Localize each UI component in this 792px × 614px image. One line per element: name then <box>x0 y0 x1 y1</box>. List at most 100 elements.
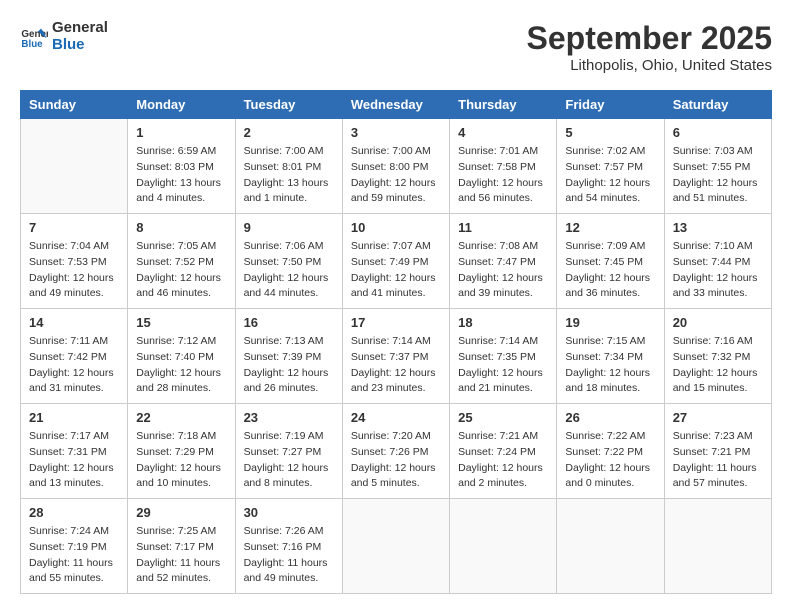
day-number: 8 <box>136 220 226 235</box>
day-number: 6 <box>673 125 763 140</box>
day-number: 2 <box>244 125 334 140</box>
calendar-cell: 2 Sunrise: 7:00 AMSunset: 8:01 PMDaylight… <box>235 119 342 214</box>
day-info: Sunrise: 7:19 AMSunset: 7:27 PMDaylight:… <box>244 429 334 492</box>
day-number: 7 <box>29 220 119 235</box>
day-info: Sunrise: 7:21 AMSunset: 7:24 PMDaylight:… <box>458 429 548 492</box>
calendar-cell: 6 Sunrise: 7:03 AMSunset: 7:55 PMDaylight… <box>664 119 771 214</box>
day-info: Sunrise: 7:02 AMSunset: 7:57 PMDaylight:… <box>565 144 655 207</box>
day-info: Sunrise: 7:17 AMSunset: 7:31 PMDaylight:… <box>29 429 119 492</box>
calendar-cell: 9 Sunrise: 7:06 AMSunset: 7:50 PMDaylight… <box>235 214 342 309</box>
day-info: Sunrise: 7:06 AMSunset: 7:50 PMDaylight:… <box>244 239 334 302</box>
calendar-cell: 17 Sunrise: 7:14 AMSunset: 7:37 PMDayligh… <box>342 309 449 404</box>
calendar-cell: 4Sunrise: 7:01 AMSunset: 7:58 PMDaylight… <box>450 119 557 214</box>
day-info: Sunrise: 7:12 AMSunset: 7:40 PMDaylight:… <box>136 334 226 397</box>
day-number: 10 <box>351 220 441 235</box>
day-info: Sunrise: 7:15 AMSunset: 7:34 PMDaylight:… <box>565 334 655 397</box>
day-info: Sunrise: 6:59 AMSunset: 8:03 PMDaylight:… <box>136 144 226 207</box>
calendar-cell: 22 Sunrise: 7:18 AMSunset: 7:29 PMDayligh… <box>128 404 235 499</box>
calendar-cell: 23 Sunrise: 7:19 AMSunset: 7:27 PMDayligh… <box>235 404 342 499</box>
day-number: 23 <box>244 410 334 425</box>
day-number: 30 <box>244 505 334 520</box>
day-number: 21 <box>29 410 119 425</box>
day-number: 14 <box>29 315 119 330</box>
page-title: September 2025 <box>527 20 772 57</box>
day-number: 3 <box>351 125 441 140</box>
calendar-cell: 3 Sunrise: 7:00 AMSunset: 8:00 PMDaylight… <box>342 119 449 214</box>
day-number: 26 <box>565 410 655 425</box>
day-number: 18 <box>458 315 548 330</box>
calendar-cell: 27 Sunrise: 7:23 AMSunset: 7:21 PMDayligh… <box>664 404 771 499</box>
day-info: Sunrise: 7:23 AMSunset: 7:21 PMDaylight:… <box>673 429 763 492</box>
page-subtitle: Lithopolis, Ohio, United States <box>527 57 772 74</box>
title-block: September 2025 Lithopolis, Ohio, United … <box>527 20 772 74</box>
calendar-cell: 7Sunrise: 7:04 AMSunset: 7:53 PMDaylight… <box>21 214 128 309</box>
day-number: 12 <box>565 220 655 235</box>
calendar-week-row: 21 Sunrise: 7:17 AMSunset: 7:31 PMDayligh… <box>21 404 772 499</box>
day-info: Sunrise: 7:09 AMSunset: 7:45 PMDaylight:… <box>565 239 655 302</box>
logo-text-blue: Blue <box>52 37 108 54</box>
day-number: 27 <box>673 410 763 425</box>
day-number: 11 <box>458 220 548 235</box>
calendar-cell: 10 Sunrise: 7:07 AMSunset: 7:49 PMDayligh… <box>342 214 449 309</box>
day-number: 28 <box>29 505 119 520</box>
calendar-cell <box>557 499 664 594</box>
page-header: General Blue General Blue September 2025… <box>20 20 772 74</box>
day-number: 13 <box>673 220 763 235</box>
day-info: Sunrise: 7:03 AMSunset: 7:55 PMDaylight:… <box>673 144 763 207</box>
calendar-cell: 8Sunrise: 7:05 AMSunset: 7:52 PMDaylight… <box>128 214 235 309</box>
header-thursday: Thursday <box>450 91 557 119</box>
calendar-cell: 26 Sunrise: 7:22 AMSunset: 7:22 PMDayligh… <box>557 404 664 499</box>
day-info: Sunrise: 7:10 AMSunset: 7:44 PMDaylight:… <box>673 239 763 302</box>
calendar-cell: 28 Sunrise: 7:24 AMSunset: 7:19 PMDayligh… <box>21 499 128 594</box>
day-info: Sunrise: 7:18 AMSunset: 7:29 PMDaylight:… <box>136 429 226 492</box>
day-number: 24 <box>351 410 441 425</box>
day-number: 9 <box>244 220 334 235</box>
day-info: Sunrise: 7:11 AMSunset: 7:42 PMDaylight:… <box>29 334 119 397</box>
calendar-cell: 13 Sunrise: 7:10 AMSunset: 7:44 PMDayligh… <box>664 214 771 309</box>
day-info: Sunrise: 7:00 AMSunset: 8:01 PMDaylight:… <box>244 144 334 207</box>
calendar-week-row: 14 Sunrise: 7:11 AMSunset: 7:42 PMDayligh… <box>21 309 772 404</box>
calendar-header-row: SundayMondayTuesdayWednesdayThursdayFrid… <box>21 91 772 119</box>
calendar-cell <box>664 499 771 594</box>
calendar-cell: 29Sunrise: 7:25 AMSunset: 7:17 PMDayligh… <box>128 499 235 594</box>
calendar-cell: 18Sunrise: 7:14 AMSunset: 7:35 PMDayligh… <box>450 309 557 404</box>
day-info: Sunrise: 7:22 AMSunset: 7:22 PMDaylight:… <box>565 429 655 492</box>
logo: General Blue General Blue <box>20 20 108 53</box>
calendar-cell: 1 Sunrise: 6:59 AMSunset: 8:03 PMDaylight… <box>128 119 235 214</box>
svg-text:Blue: Blue <box>21 38 43 49</box>
calendar-cell: 25Sunrise: 7:21 AMSunset: 7:24 PMDayligh… <box>450 404 557 499</box>
header-monday: Monday <box>128 91 235 119</box>
calendar-cell: 15 Sunrise: 7:12 AMSunset: 7:40 PMDayligh… <box>128 309 235 404</box>
day-number: 1 <box>136 125 226 140</box>
calendar-week-row: 1 Sunrise: 6:59 AMSunset: 8:03 PMDaylight… <box>21 119 772 214</box>
calendar-cell: 21 Sunrise: 7:17 AMSunset: 7:31 PMDayligh… <box>21 404 128 499</box>
header-sunday: Sunday <box>21 91 128 119</box>
calendar-cell <box>450 499 557 594</box>
day-info: Sunrise: 7:24 AMSunset: 7:19 PMDaylight:… <box>29 524 119 587</box>
calendar-cell <box>342 499 449 594</box>
day-number: 17 <box>351 315 441 330</box>
calendar-cell: 11Sunrise: 7:08 AMSunset: 7:47 PMDayligh… <box>450 214 557 309</box>
calendar-cell: 20Sunrise: 7:16 AMSunset: 7:32 PMDayligh… <box>664 309 771 404</box>
header-saturday: Saturday <box>664 91 771 119</box>
day-number: 19 <box>565 315 655 330</box>
calendar-cell: 24 Sunrise: 7:20 AMSunset: 7:26 PMDayligh… <box>342 404 449 499</box>
calendar-cell: 12 Sunrise: 7:09 AMSunset: 7:45 PMDayligh… <box>557 214 664 309</box>
day-info: Sunrise: 7:20 AMSunset: 7:26 PMDaylight:… <box>351 429 441 492</box>
logo-text-general: General <box>52 20 108 37</box>
calendar-cell <box>21 119 128 214</box>
header-wednesday: Wednesday <box>342 91 449 119</box>
day-info: Sunrise: 7:25 AMSunset: 7:17 PMDaylight:… <box>136 524 226 587</box>
day-number: 15 <box>136 315 226 330</box>
day-info: Sunrise: 7:07 AMSunset: 7:49 PMDaylight:… <box>351 239 441 302</box>
calendar-week-row: 28 Sunrise: 7:24 AMSunset: 7:19 PMDayligh… <box>21 499 772 594</box>
calendar-cell: 5Sunrise: 7:02 AMSunset: 7:57 PMDaylight… <box>557 119 664 214</box>
day-number: 22 <box>136 410 226 425</box>
calendar-cell: 30 Sunrise: 7:26 AMSunset: 7:16 PMDayligh… <box>235 499 342 594</box>
header-friday: Friday <box>557 91 664 119</box>
calendar-cell: 16Sunrise: 7:13 AMSunset: 7:39 PMDayligh… <box>235 309 342 404</box>
day-info: Sunrise: 7:26 AMSunset: 7:16 PMDaylight:… <box>244 524 334 587</box>
header-tuesday: Tuesday <box>235 91 342 119</box>
day-info: Sunrise: 7:14 AMSunset: 7:37 PMDaylight:… <box>351 334 441 397</box>
day-info: Sunrise: 7:00 AMSunset: 8:00 PMDaylight:… <box>351 144 441 207</box>
